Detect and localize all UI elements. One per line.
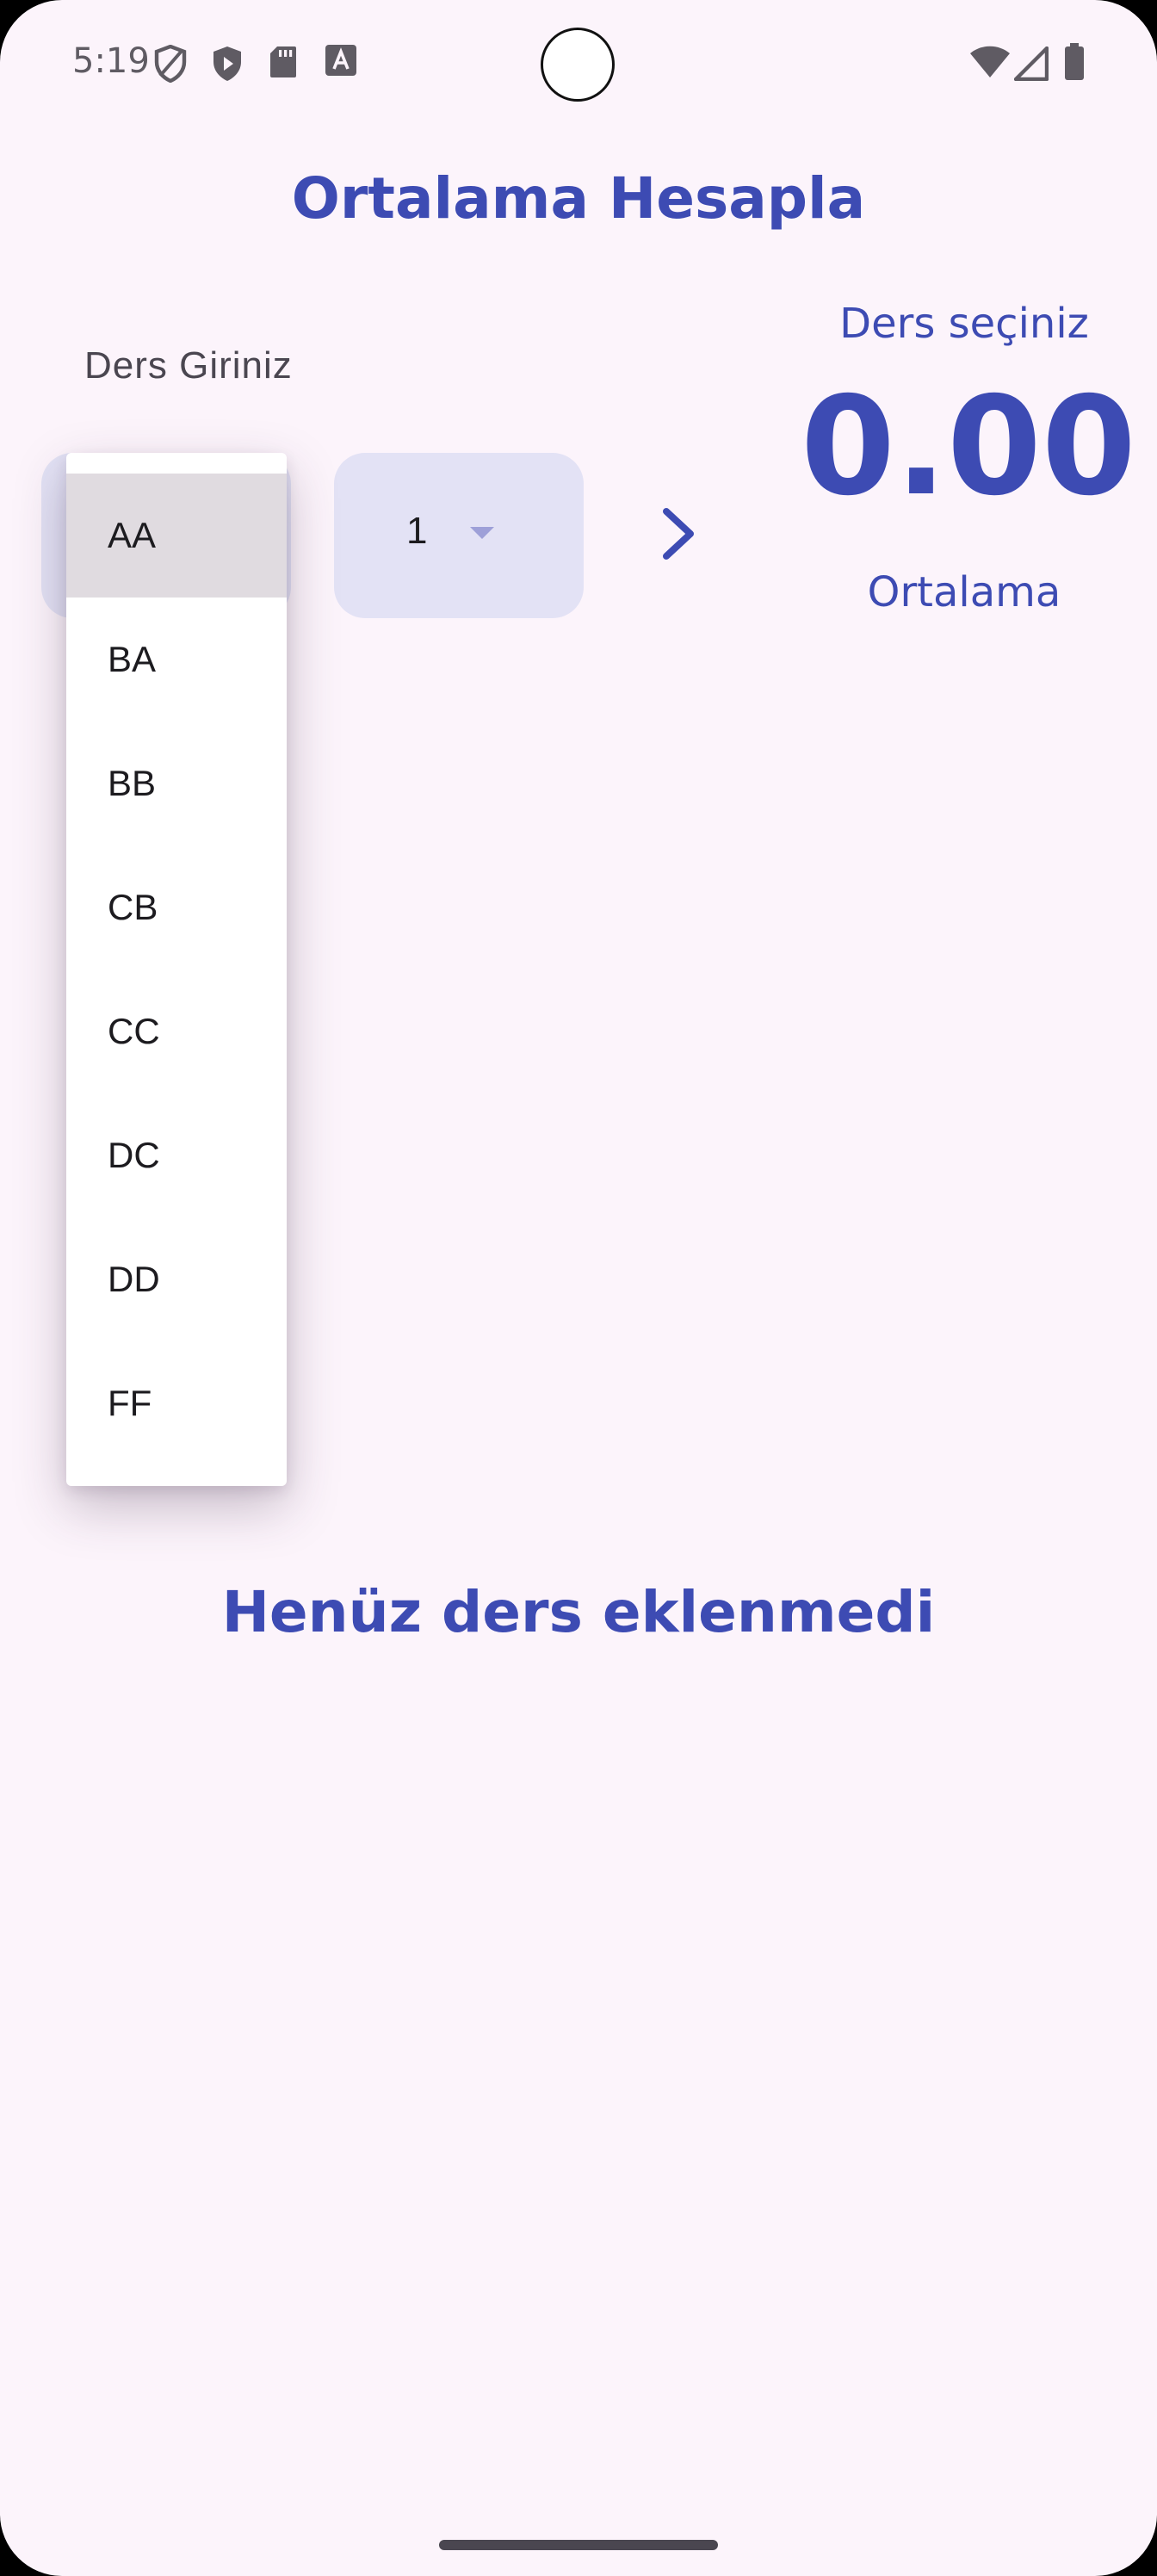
shield-play-icon: [210, 45, 244, 86]
average-value: 0.00: [801, 368, 1136, 526]
average-label: Ortalama: [867, 568, 1061, 616]
app-screen: 5:19 Ortalama Hesapla Ders Giriniz Ders …: [0, 0, 1157, 2576]
chevron-right-icon: [659, 506, 697, 565]
grade-option-bb[interactable]: BB: [66, 721, 287, 845]
home-indicator[interactable]: [439, 2540, 718, 2550]
course-prompt-text: Ders seçiniz: [839, 300, 1089, 348]
grade-option-aa[interactable]: AA: [66, 474, 287, 598]
camera-cutout: [541, 28, 615, 102]
shield-outline-icon: [153, 44, 188, 86]
add-course-button[interactable]: [642, 499, 715, 572]
credit-value: 1: [406, 510, 428, 552]
credit-dropdown[interactable]: 1: [334, 453, 584, 618]
chevron-down-icon: [470, 527, 494, 539]
grade-dropdown-menu: AA BA BB CB CC DC DD FF: [66, 453, 287, 1486]
empty-list-message: Henüz ders eklenmedi: [221, 1579, 936, 1645]
signal-icon: [1013, 46, 1049, 84]
status-time: 5:19: [72, 41, 150, 81]
wifi-icon: [969, 45, 1011, 83]
grade-option-ff[interactable]: FF: [66, 1341, 287, 1465]
font-a-icon: [325, 45, 356, 79]
grade-option-dc[interactable]: DC: [66, 1093, 287, 1217]
grade-option-dd[interactable]: DD: [66, 1217, 287, 1341]
sd-card-icon: [269, 45, 298, 83]
course-input-label: Ders Giriniz: [84, 344, 293, 387]
grade-option-ba[interactable]: BA: [66, 598, 287, 721]
grade-option-cb[interactable]: CB: [66, 845, 287, 969]
grade-options-list: AA BA BB CB CC DC DD FF: [66, 474, 287, 1465]
battery-icon: [1064, 43, 1085, 84]
page-title: Ortalama Hesapla: [291, 165, 866, 232]
grade-option-cc[interactable]: CC: [66, 969, 287, 1093]
status-bar: 5:19: [0, 0, 1157, 129]
